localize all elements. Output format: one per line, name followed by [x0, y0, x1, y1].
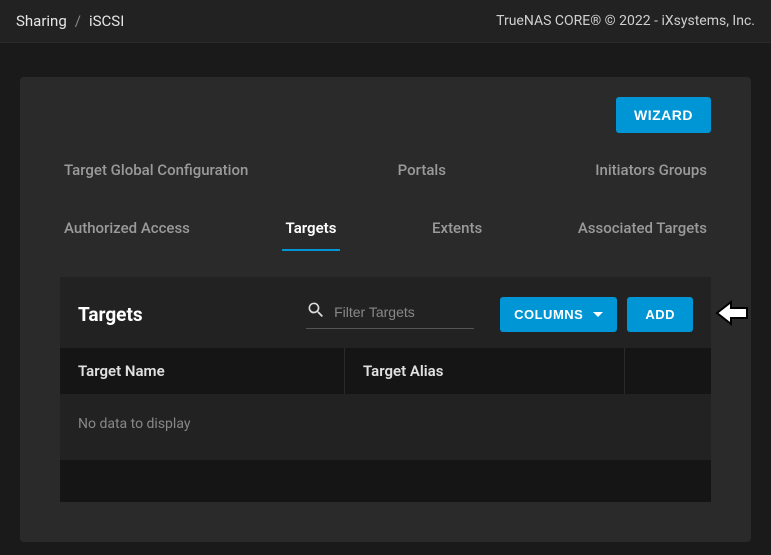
no-data-message: No data to display — [60, 394, 711, 454]
section-title: Targets — [78, 303, 143, 326]
breadcrumb-root[interactable]: Sharing — [16, 12, 67, 30]
wizard-button[interactable]: WIZARD — [616, 97, 711, 133]
copyright-text: TrueNAS CORE® © 2022 - iXsystems, Inc. — [496, 13, 755, 29]
columns-button-label: COLUMNS — [514, 307, 583, 322]
table-footer — [60, 460, 711, 502]
tabs-row-2: Authorized Access Targets Extents Associ… — [60, 191, 711, 261]
tab-initiators-groups[interactable]: Initiators Groups — [591, 153, 711, 187]
annotation-arrow-icon — [715, 299, 749, 331]
chevron-down-icon — [593, 312, 603, 317]
breadcrumb: Sharing / iSCSI — [16, 12, 124, 30]
tab-extents[interactable]: Extents — [428, 211, 486, 251]
targets-panel: Targets COLUMNS ADD Targ — [60, 277, 711, 502]
column-target-name[interactable]: Target Name — [60, 348, 345, 394]
search-icon — [306, 300, 326, 324]
tab-target-global-configuration[interactable]: Target Global Configuration — [60, 153, 252, 187]
columns-button[interactable]: COLUMNS — [500, 297, 617, 332]
tab-portals[interactable]: Portals — [394, 153, 450, 187]
tab-associated-targets[interactable]: Associated Targets — [574, 211, 711, 251]
main-card: WIZARD Target Global Configuration Porta… — [20, 77, 751, 542]
tabs-row-1: Target Global Configuration Portals Init… — [60, 143, 711, 191]
column-actions — [625, 348, 711, 394]
add-button[interactable]: ADD — [627, 297, 693, 332]
tab-authorized-access[interactable]: Authorized Access — [60, 211, 194, 251]
tab-targets[interactable]: Targets — [282, 211, 341, 251]
table-header: Target Name Target Alias — [60, 348, 711, 394]
breadcrumb-separator: / — [75, 12, 81, 30]
column-target-alias[interactable]: Target Alias — [345, 348, 625, 394]
search-input[interactable] — [334, 304, 474, 320]
breadcrumb-current: iSCSI — [89, 12, 124, 30]
search-wrap — [306, 300, 474, 329]
